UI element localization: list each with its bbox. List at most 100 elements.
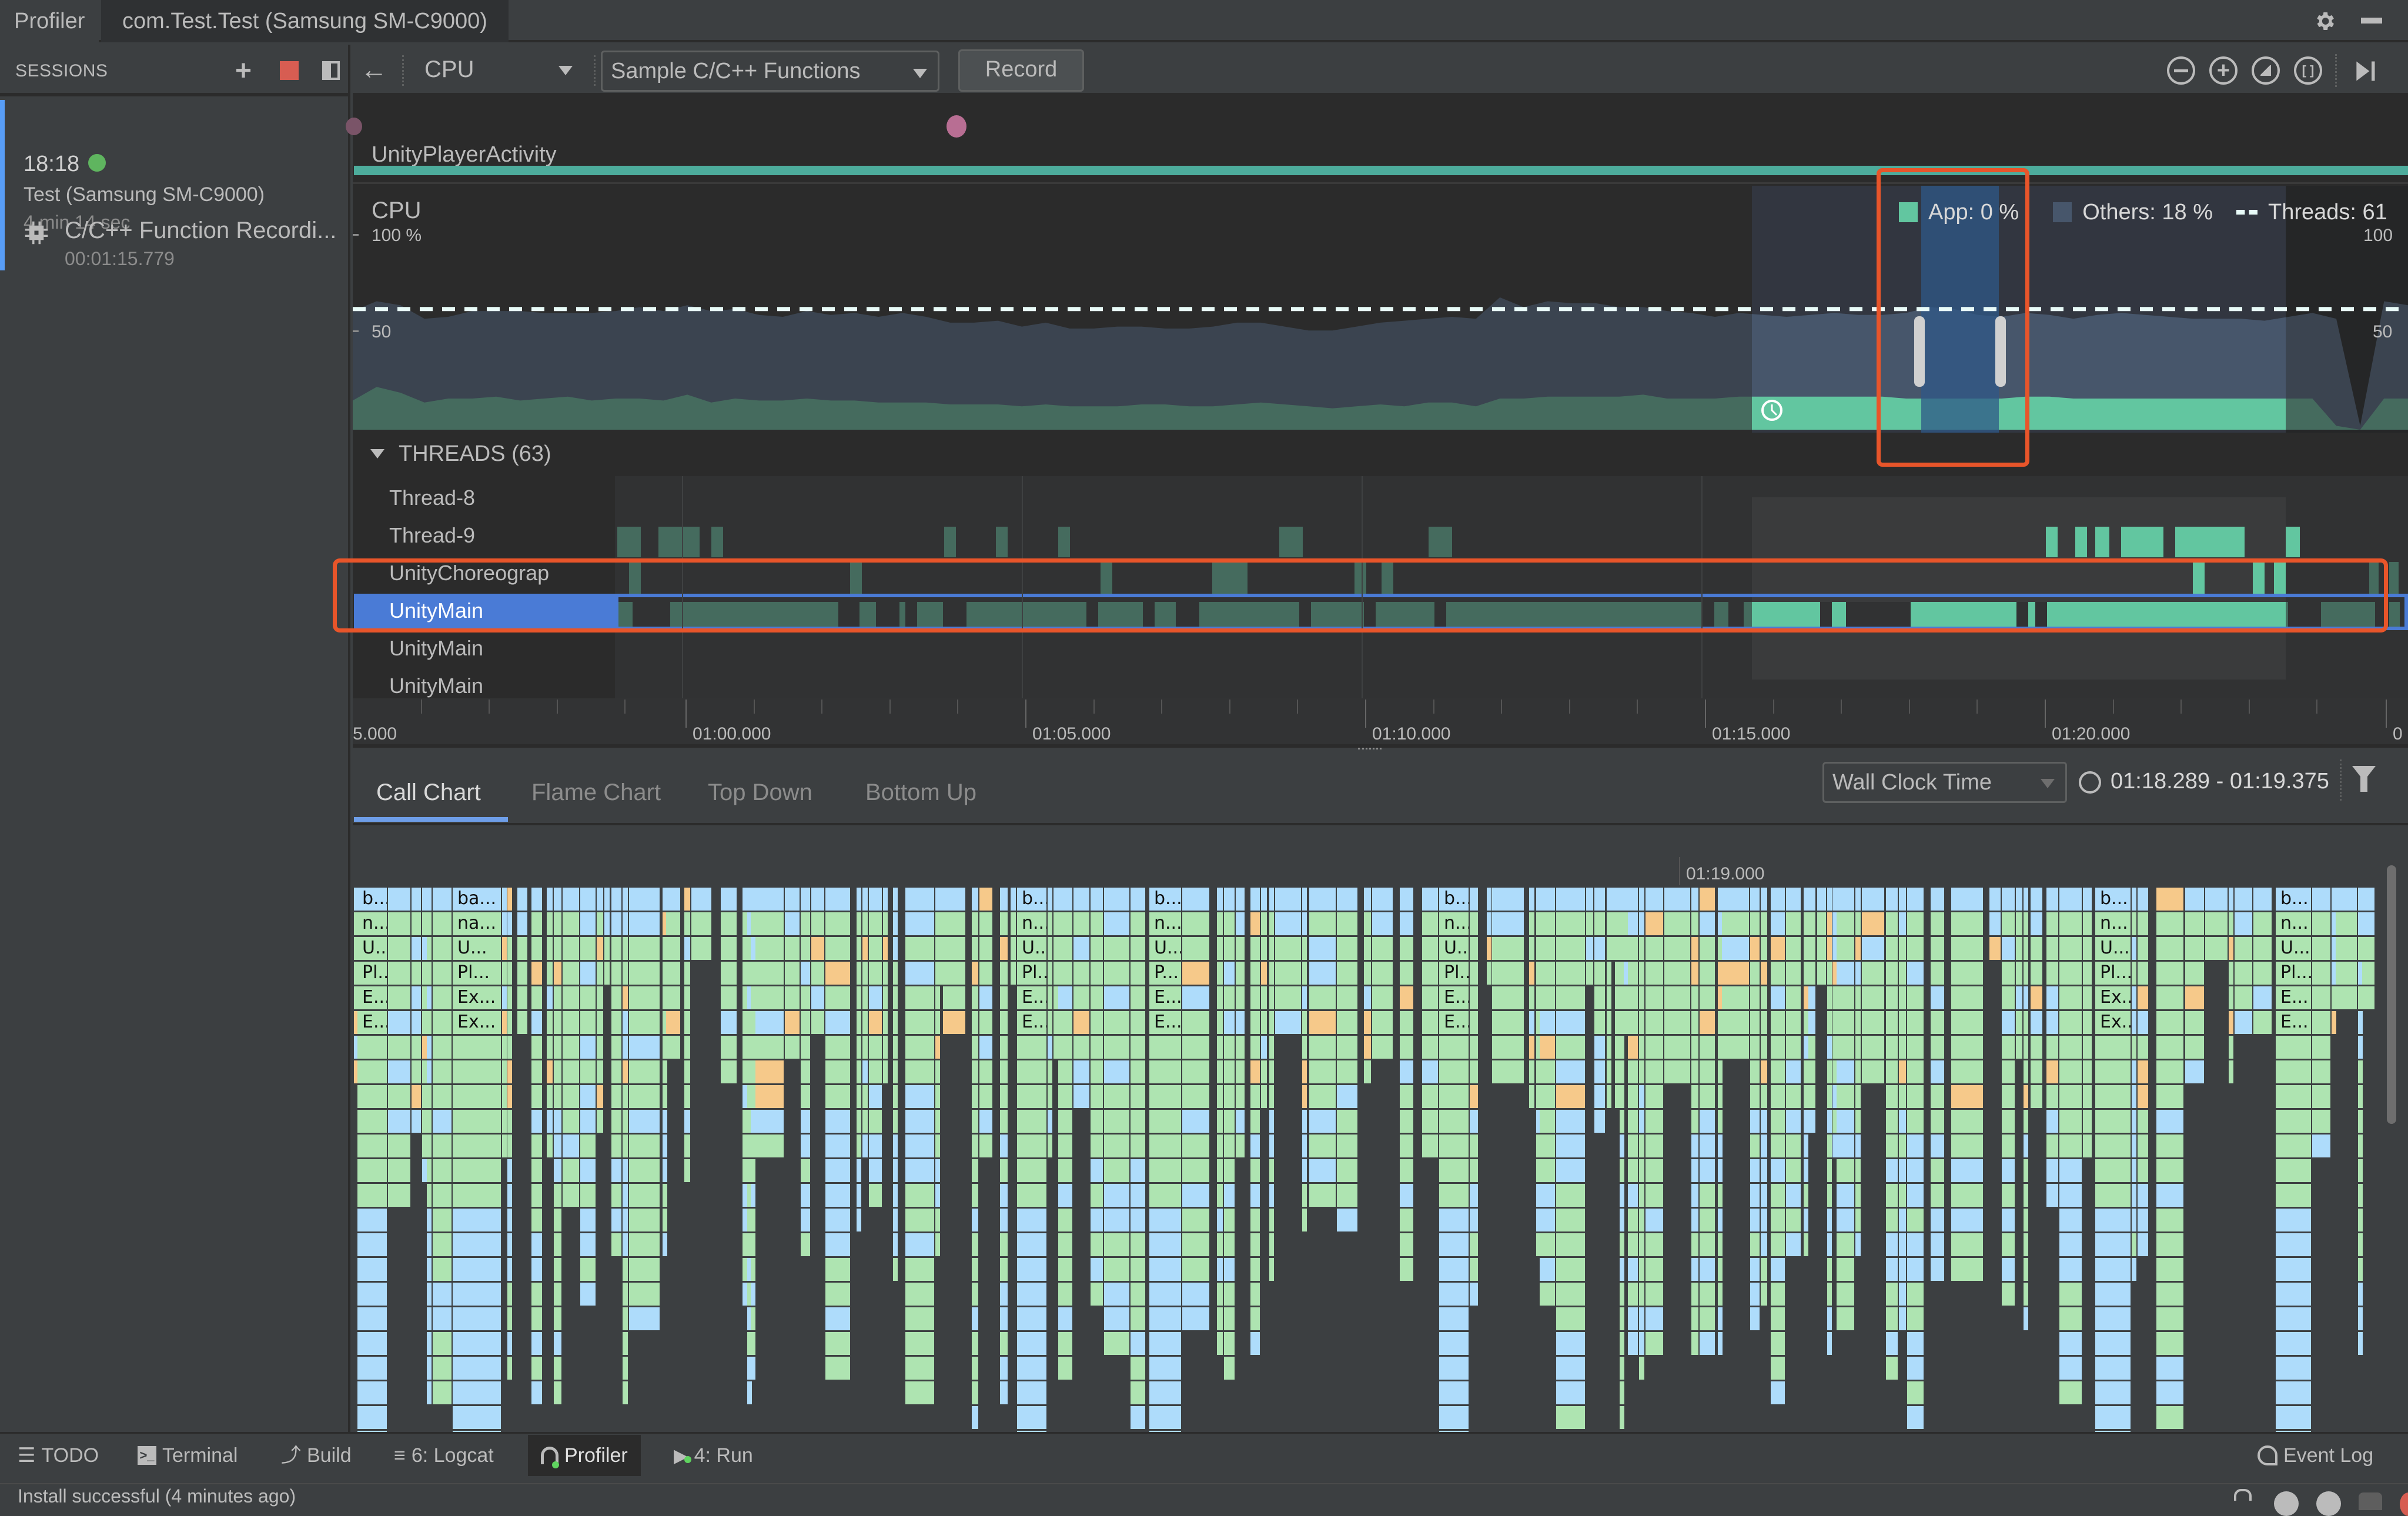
- call-chart-node[interactable]: [1182, 1233, 1209, 1256]
- call-chart-node[interactable]: [883, 912, 888, 935]
- call-chart-node[interactable]: [2059, 1036, 2082, 1059]
- call-chart-node[interactable]: [2046, 1110, 2058, 1133]
- call-chart-node[interactable]: [1091, 1110, 1103, 1133]
- call-chart-node[interactable]: [1302, 1085, 1307, 1108]
- call-chart-node[interactable]: [1422, 1011, 1438, 1034]
- call-chart-node[interactable]: [905, 986, 934, 1009]
- call-chart-node[interactable]: [433, 1258, 452, 1281]
- call-chart-node[interactable]: [629, 1184, 660, 1207]
- call-chart-node[interactable]: [1054, 1011, 1058, 1034]
- call-chart-node[interactable]: [1989, 888, 2001, 911]
- call-chart-node[interactable]: [2312, 1036, 2330, 1059]
- vertical-scrollbar[interactable]: [2387, 865, 2396, 1124]
- call-chart-node[interactable]: [869, 986, 882, 1009]
- call-chart-node[interactable]: [507, 1184, 512, 1207]
- call-chart-node[interactable]: [743, 1159, 747, 1182]
- call-chart-node[interactable]: [2031, 1036, 2042, 1059]
- call-chart-node[interactable]: [1722, 912, 1749, 935]
- call-chart-node[interactable]: [1073, 937, 1089, 960]
- call-chart-node[interactable]: [751, 1233, 755, 1256]
- call-chart-node[interactable]: [1048, 888, 1052, 911]
- call-chart-node[interactable]: [1104, 1209, 1129, 1231]
- call-chart-node[interactable]: [554, 1307, 561, 1330]
- call-chart-node[interactable]: [611, 1060, 621, 1083]
- call-chart-node[interactable]: [684, 1110, 690, 1133]
- call-chart-node[interactable]: [1855, 1110, 1861, 1133]
- call-chart-node[interactable]: [1091, 1011, 1103, 1034]
- call-chart-node[interactable]: [1048, 962, 1052, 985]
- call-chart-node[interactable]: [517, 1011, 527, 1034]
- call-chart-node[interactable]: [1855, 986, 1861, 1009]
- call-chart-node[interactable]: [1855, 937, 1861, 960]
- call-chart-node[interactable]: [623, 1209, 628, 1231]
- call-chart-node[interactable]: [883, 1036, 888, 1059]
- call-chart-node[interactable]: [507, 1307, 512, 1330]
- call-chart-node[interactable]: [2138, 1011, 2148, 1034]
- call-chart-node[interactable]: [611, 1184, 621, 1207]
- call-chart-node[interactable]: [1646, 1307, 1663, 1330]
- call-chart-node[interactable]: [1700, 912, 1715, 935]
- call-chart-node[interactable]: [1309, 912, 1336, 935]
- call-chart-node[interactable]: [801, 962, 810, 985]
- call-chart-node[interactable]: [1302, 986, 1307, 1009]
- call-chart-node[interactable]: [1886, 937, 1898, 960]
- call-chart-node[interactable]: [684, 1011, 690, 1034]
- call-chart-node[interactable]: [580, 1159, 596, 1182]
- call-chart-node[interactable]: [357, 1283, 387, 1306]
- call-chart-node[interactable]: [1931, 1209, 1944, 1231]
- call-chart-node[interactable]: [1907, 1011, 1924, 1034]
- call-chart-node[interactable]: [943, 986, 965, 1009]
- call-chart-node[interactable]: [357, 1258, 387, 1281]
- call-chart-node[interactable]: [755, 1060, 784, 1083]
- call-chart-node[interactable]: [1540, 937, 1555, 960]
- call-chart-node[interactable]: [597, 1085, 603, 1108]
- call-chart-node[interactable]: [972, 1085, 978, 1108]
- call-chart-node[interactable]: [2138, 1233, 2148, 1256]
- call-chart-node[interactable]: [935, 1060, 940, 1083]
- call-chart-node[interactable]: [1250, 1036, 1260, 1059]
- call-chart-node[interactable]: [2059, 888, 2082, 911]
- call-chart-node[interactable]: [1639, 1085, 1644, 1108]
- call-chart-node[interactable]: [629, 1060, 660, 1083]
- call-chart-node[interactable]: b...: [2095, 888, 2131, 911]
- call-chart-node[interactable]: [1639, 912, 1644, 935]
- call-chart-node[interactable]: [2031, 937, 2042, 960]
- call-chart-node[interactable]: [1899, 888, 1906, 911]
- call-chart-node[interactable]: [2016, 986, 2022, 1009]
- call-chart-node[interactable]: [1817, 912, 1826, 935]
- call-chart-node[interactable]: [427, 937, 432, 960]
- call-chart-node[interactable]: [554, 1332, 561, 1355]
- call-chart-node[interactable]: E...: [1017, 986, 1046, 1009]
- call-chart-node[interactable]: [1804, 1036, 1808, 1059]
- call-chart-node[interactable]: [507, 1233, 512, 1256]
- call-chart-node[interactable]: [1131, 1209, 1145, 1231]
- call-chart-node[interactable]: [1615, 962, 1620, 985]
- call-chart-node[interactable]: [1439, 1184, 1469, 1207]
- call-chart-node[interactable]: [1091, 1135, 1103, 1157]
- call-chart-node[interactable]: [1054, 962, 1058, 985]
- call-chart-node[interactable]: [1750, 1233, 1760, 1256]
- call-chart-node[interactable]: [1646, 986, 1663, 1009]
- call-chart-node[interactable]: [1250, 1110, 1260, 1133]
- call-chart-node[interactable]: [1837, 888, 1854, 911]
- call-chart-node[interactable]: [1761, 937, 1767, 960]
- call-chart-node[interactable]: [1104, 1110, 1129, 1133]
- call-chart-node[interactable]: [2132, 937, 2136, 960]
- call-chart-node[interactable]: [1899, 1159, 1906, 1182]
- call-chart-node[interactable]: [357, 1036, 387, 1059]
- call-chart-node[interactable]: [1951, 1036, 1983, 1059]
- call-chart-node[interactable]: [1149, 1209, 1181, 1231]
- call-chart-node[interactable]: [1000, 1184, 1008, 1207]
- call-chart-node[interactable]: [1337, 1011, 1357, 1034]
- call-chart-node[interactable]: [2031, 888, 2042, 911]
- call-chart-node[interactable]: [2024, 1283, 2028, 1306]
- call-chart-node[interactable]: [1000, 1011, 1008, 1034]
- call-chart-node[interactable]: [1886, 1209, 1898, 1231]
- call-chart-node[interactable]: [2185, 937, 2204, 960]
- call-chart-node[interactable]: [2046, 1184, 2058, 1207]
- call-chart-node[interactable]: [751, 1060, 755, 1083]
- call-chart-node[interactable]: [1639, 1258, 1644, 1281]
- call-chart-node[interactable]: [751, 888, 755, 911]
- call-chart-node[interactable]: [1400, 937, 1413, 960]
- call-chart-node[interactable]: [1302, 1036, 1307, 1059]
